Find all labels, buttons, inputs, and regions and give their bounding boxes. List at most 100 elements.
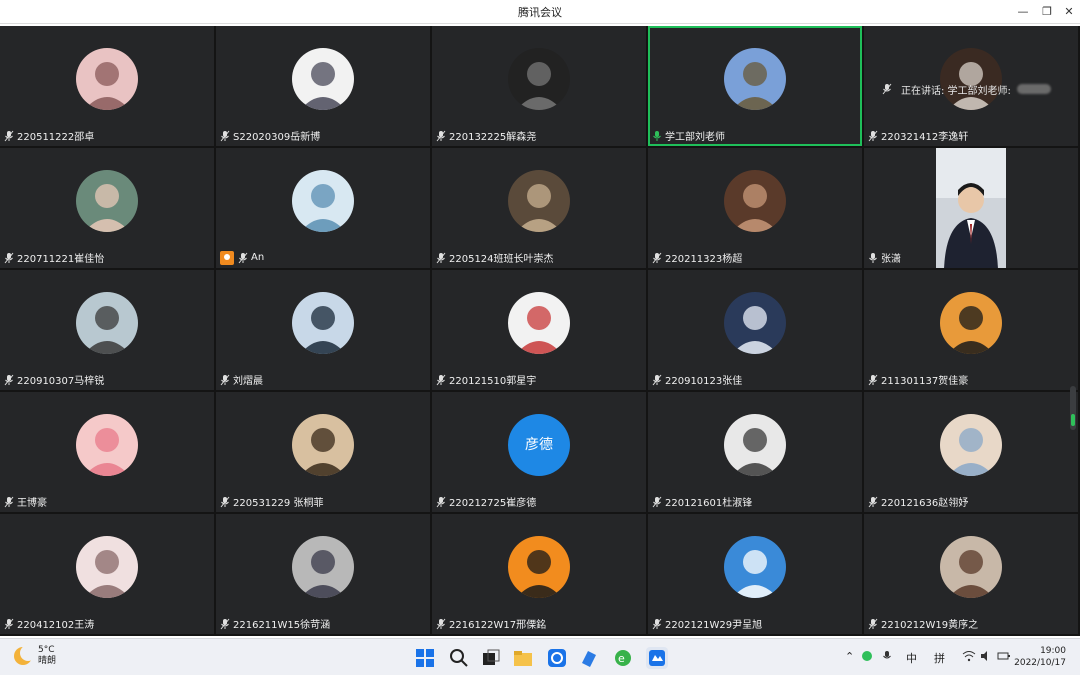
clock-date: 2022/10/17	[1014, 658, 1066, 668]
participant-tile[interactable]: 220121601杜淑锋	[648, 392, 862, 512]
participant-tile[interactable]: 220121636赵翎妤	[864, 392, 1078, 512]
avatar	[508, 536, 570, 598]
participant-name: 220531229 张桐菲	[233, 498, 324, 509]
edge-browser-icon[interactable]: e	[612, 647, 634, 669]
microphone-icon[interactable]	[882, 650, 892, 665]
weather-desc: 晴朗	[38, 656, 57, 666]
participant-tile[interactable]: 220121510郭星宇	[432, 270, 646, 390]
participant-name: 220910307马梓锐	[17, 376, 105, 387]
mic-muted-icon[interactable]	[4, 252, 14, 264]
mic-muted-icon[interactable]	[652, 374, 662, 386]
participant-tile[interactable]: 2216211W15徐苛涵	[216, 514, 430, 634]
participant-nameplate: 张潇	[868, 250, 901, 265]
mic-muted-icon[interactable]	[436, 252, 446, 264]
participant-nameplate: 2202121W29尹呈旭	[652, 616, 762, 631]
ime-mode[interactable]: 拼	[934, 650, 945, 666]
restore-icon[interactable]: ❐	[1038, 3, 1056, 21]
avatar	[292, 48, 354, 110]
participant-nameplate: 220211323杨超	[652, 250, 742, 265]
mic-muted-icon[interactable]	[4, 374, 14, 386]
mic-muted-icon[interactable]	[436, 618, 446, 630]
app-tray-icon[interactable]	[861, 650, 873, 665]
mic-muted-icon[interactable]	[220, 496, 230, 508]
participant-tile[interactable]: 220132225解森尧	[432, 26, 646, 146]
participant-tile[interactable]: 220910307马梓锐	[0, 270, 214, 390]
mic-muted-icon[interactable]	[868, 374, 878, 386]
close-icon[interactable]: ✕	[1060, 3, 1078, 21]
participant-name: 220211323杨超	[665, 254, 743, 265]
clock[interactable]: 19:00 2022/10/17	[1014, 645, 1066, 669]
video-feed	[936, 148, 1006, 268]
participant-tile[interactable]: 刘熠晨	[216, 270, 430, 390]
mic-muted-icon[interactable]	[868, 130, 878, 142]
avatar	[292, 414, 354, 476]
participant-tile[interactable]: 2205124班班长叶崇杰	[432, 148, 646, 268]
avatar: 彦德	[508, 414, 570, 476]
mic-active-icon[interactable]	[868, 252, 878, 264]
mic-muted-icon[interactable]	[652, 618, 662, 630]
participant-tile[interactable]: 220711221崔佳怡	[0, 148, 214, 268]
ime-language[interactable]: 中	[906, 650, 917, 666]
participant-nameplate: 220711221崔佳怡	[4, 250, 104, 265]
mic-muted-icon[interactable]	[868, 496, 878, 508]
mic-muted-icon[interactable]	[436, 496, 446, 508]
mic-muted-icon[interactable]	[4, 496, 14, 508]
battery-icon[interactable]	[997, 650, 1011, 665]
participant-tile[interactable]: 张潇	[864, 148, 1078, 268]
store-icon[interactable]	[578, 647, 600, 669]
mic-active-icon[interactable]	[652, 130, 662, 142]
participant-tile[interactable]: An	[216, 148, 430, 268]
mic-muted-icon[interactable]	[238, 252, 248, 264]
meeting-app-icon[interactable]	[646, 647, 668, 669]
wifi-icon[interactable]	[962, 650, 976, 665]
participant-tile[interactable]: 彦德 220212725崔彦德	[432, 392, 646, 512]
mic-muted-icon[interactable]	[652, 252, 662, 264]
windows-start-icon[interactable]	[414, 647, 436, 669]
participant-nameplate: 211301137贺佳豪	[868, 372, 968, 387]
mic-muted-icon[interactable]	[4, 618, 14, 630]
participant-name: 220121510郭星宇	[449, 376, 537, 387]
participant-name: 220212725崔彦德	[449, 498, 537, 509]
avatar	[76, 414, 138, 476]
grid-scrollbar[interactable]	[1070, 386, 1076, 430]
file-explorer-icon[interactable]	[512, 647, 534, 669]
participant-tile[interactable]: 2202121W29尹呈旭	[648, 514, 862, 634]
participant-tile[interactable]: S22020309岳新博	[216, 26, 430, 146]
avatar	[292, 170, 354, 232]
avatar	[724, 292, 786, 354]
mic-muted-icon[interactable]	[4, 130, 14, 142]
tencent-meeting-icon[interactable]	[546, 647, 568, 669]
participant-tile[interactable]: 2210212W19黄序之	[864, 514, 1078, 634]
mic-muted-icon[interactable]	[220, 374, 230, 386]
mic-muted-icon[interactable]	[220, 618, 230, 630]
mic-muted-icon[interactable]	[436, 130, 446, 142]
weather-widget[interactable]: 5°C 晴朗	[14, 645, 56, 667]
mic-muted-icon[interactable]	[652, 496, 662, 508]
mic-muted-icon[interactable]	[220, 130, 230, 142]
participant-nameplate: 2210212W19黄序之	[868, 616, 978, 631]
minimize-icon[interactable]: —	[1014, 3, 1032, 21]
participant-tile[interactable]: 220211323杨超	[648, 148, 862, 268]
participant-tile[interactable]: 学工部刘老师	[648, 26, 862, 146]
mic-muted-icon[interactable]	[868, 618, 878, 630]
participant-nameplate: 220212725崔彦德	[436, 494, 536, 509]
participant-name: 220711221崔佳怡	[17, 254, 105, 265]
mic-muted-icon[interactable]	[436, 374, 446, 386]
participant-name: 刘熠晨	[233, 376, 263, 387]
participant-tile[interactable]: 220531229 张桐菲	[216, 392, 430, 512]
participant-tile[interactable]: 王博豪	[0, 392, 214, 512]
volume-icon[interactable]	[980, 650, 992, 665]
participant-tile[interactable]: 220511222邵卓	[0, 26, 214, 146]
participant-name: An	[251, 252, 265, 263]
participant-tile[interactable]: 220910123张佳	[648, 270, 862, 390]
chevron-up-icon[interactable]: ⌃	[845, 650, 854, 663]
avatar	[940, 414, 1002, 476]
search-icon[interactable]	[448, 647, 470, 669]
participant-tile[interactable]: 211301137贺佳豪	[864, 270, 1078, 390]
avatar	[724, 170, 786, 232]
participant-name: 2210212W19黄序之	[881, 620, 979, 631]
task-view-icon[interactable]	[480, 647, 502, 669]
participant-tile[interactable]: 2216122W17邢傈銘	[432, 514, 646, 634]
participant-nameplate: 刘熠晨	[220, 372, 263, 387]
participant-tile[interactable]: 220412102王涛	[0, 514, 214, 634]
